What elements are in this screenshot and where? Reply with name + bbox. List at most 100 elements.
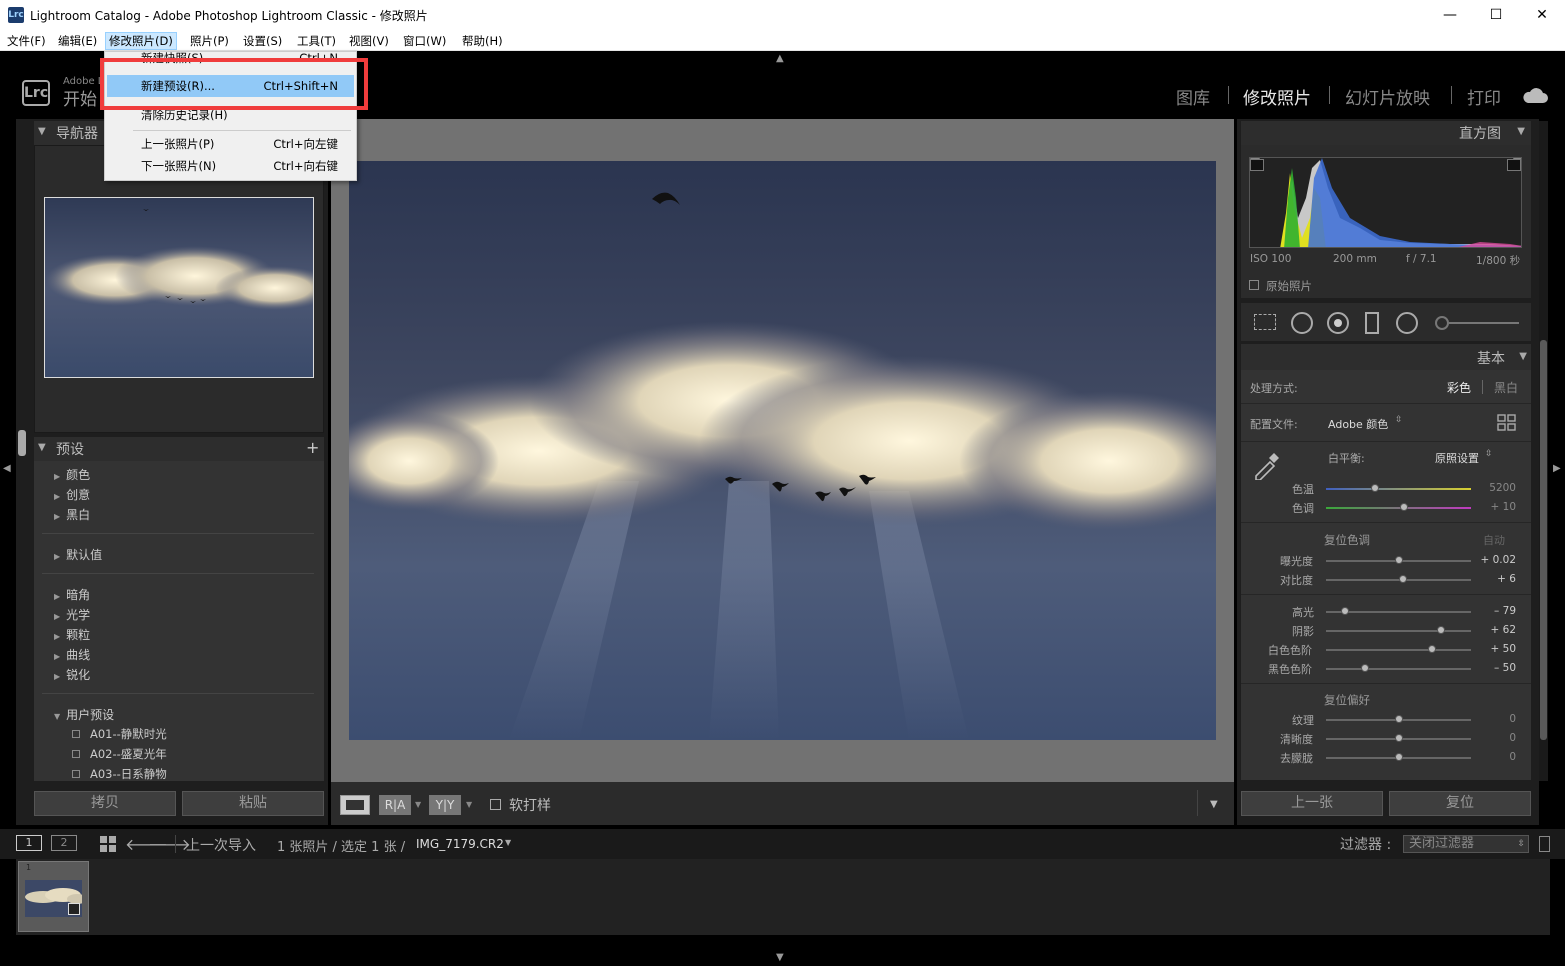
module-print[interactable]: 打印 — [1467, 84, 1501, 109]
preset-group-user[interactable]: ▼ 用户预设 — [54, 706, 114, 723]
menu-photo[interactable]: 照片(P) — [187, 32, 232, 50]
texture-slider-knob[interactable] — [1394, 715, 1403, 723]
profile-browser-icon[interactable] — [1497, 414, 1517, 435]
clarity-slider[interactable] — [1326, 734, 1471, 742]
highlights-slider-knob[interactable] — [1340, 607, 1349, 615]
treatment-color-option[interactable]: 彩色 — [1447, 379, 1471, 396]
module-develop[interactable]: 修改照片 — [1243, 84, 1311, 109]
menu-clear-history[interactable]: 清除历史记录(H) — [107, 108, 354, 124]
maximize-button[interactable]: ☐ — [1473, 0, 1519, 30]
preset-group-color[interactable]: ▶ 颜色 — [54, 466, 90, 483]
source-label[interactable]: 上一次导入 — [186, 835, 256, 855]
minimize-button[interactable]: — — [1427, 0, 1473, 30]
adjustment-brush-icon[interactable] — [1435, 316, 1449, 330]
right-panel-scroll-thumb[interactable] — [1540, 340, 1547, 740]
loupe-view-icon[interactable] — [340, 795, 370, 815]
texture-slider[interactable] — [1326, 715, 1471, 723]
contrast-value[interactable]: + 6 — [1476, 573, 1516, 585]
top-panel-toggle-icon[interactable]: ▲ — [776, 53, 784, 64]
clarity-value[interactable]: 0 — [1476, 732, 1516, 744]
profile-dropdown[interactable]: Adobe 颜色 — [1328, 416, 1388, 432]
histogram-header[interactable]: 直方图 ▼ — [1241, 121, 1531, 145]
whites-slider-knob[interactable] — [1427, 645, 1436, 653]
menu-window[interactable]: 窗口(W) — [400, 32, 449, 50]
filmstrip-thumbnail[interactable]: 1 — [18, 861, 89, 932]
left-panel-toggle-icon[interactable]: ◀ — [3, 463, 11, 474]
preset-group-sharpen[interactable]: ▶ 锐化 — [54, 666, 90, 683]
menu-tools[interactable]: 工具(T) — [294, 32, 339, 50]
reset-presence-button[interactable]: 复位偏好 — [1324, 692, 1370, 708]
module-slideshow[interactable]: 幻灯片放映 — [1345, 84, 1430, 109]
updown-arrows-icon[interactable]: ⇳ — [1485, 449, 1493, 459]
original-photo-checkbox[interactable] — [1249, 280, 1259, 290]
shadows-slider[interactable] — [1326, 626, 1471, 634]
previous-button[interactable]: 上一张 — [1241, 791, 1383, 816]
main-photo[interactable] — [349, 161, 1216, 740]
basic-header[interactable]: 基本 ▼ — [1241, 344, 1531, 370]
user-preset-item[interactable]: A01--静默时光 — [72, 726, 167, 742]
highlights-slider[interactable] — [1326, 607, 1471, 615]
close-button[interactable]: ✕ — [1519, 0, 1565, 30]
bottom-panel-toggle-icon[interactable]: ▼ — [776, 952, 784, 963]
blacks-value[interactable]: – 50 — [1476, 662, 1516, 674]
preset-group-optics[interactable]: ▶ 光学 — [54, 606, 90, 623]
histogram-chart[interactable] — [1249, 157, 1522, 248]
exposure-value[interactable]: + 0.02 — [1476, 554, 1516, 566]
contrast-slider[interactable] — [1326, 575, 1471, 583]
menu-file[interactable]: 文件(F) — [4, 32, 49, 50]
user-preset-item[interactable]: A02--盛夏光年 — [72, 746, 167, 762]
module-library[interactable]: 图库 — [1176, 84, 1210, 109]
cloud-icon[interactable] — [1522, 86, 1548, 107]
preset-group-bw[interactable]: ▶ 黑白 — [54, 506, 90, 523]
wb-dropdown[interactable]: 原照设置 — [1435, 450, 1479, 466]
preset-group-grain[interactable]: ▶ 颗粒 — [54, 626, 90, 643]
filename-dropdown[interactable]: IMG_7179.CR2 — [416, 837, 504, 851]
shadows-value[interactable]: + 62 — [1476, 624, 1517, 636]
highlights-value[interactable]: – 79 — [1476, 605, 1516, 617]
texture-value[interactable]: 0 — [1476, 713, 1516, 725]
navigator-preview[interactable] — [44, 197, 314, 378]
copy-button[interactable]: 拷贝 — [34, 791, 176, 816]
dropdown-arrow-icon[interactable]: ▼ — [466, 800, 472, 809]
radial-filter-icon[interactable] — [1396, 312, 1418, 334]
auto-tone-button[interactable]: 自动 — [1483, 532, 1505, 548]
menu-view[interactable]: 视图(V) — [346, 32, 392, 50]
right-panel-toggle-icon[interactable]: ▶ — [1553, 463, 1561, 474]
temp-value[interactable]: 5200 — [1476, 482, 1516, 494]
reset-button[interactable]: 复位 — [1389, 791, 1531, 816]
treatment-bw-option[interactable]: 黑白 — [1494, 379, 1518, 396]
tint-value[interactable]: + 10 — [1476, 501, 1517, 513]
paste-button[interactable]: 粘贴 — [182, 791, 324, 816]
exposure-slider-knob[interactable] — [1394, 556, 1403, 564]
reset-tone-button[interactable]: 复位色调 — [1324, 532, 1370, 548]
preset-group-creative[interactable]: ▶ 创意 — [54, 486, 90, 503]
menu-develop[interactable]: 修改照片(D) — [105, 32, 177, 50]
main-window-button[interactable]: 1 — [16, 835, 42, 851]
toolbar-menu-icon[interactable]: ▼ — [1210, 799, 1218, 810]
soft-proof-checkbox[interactable] — [490, 799, 501, 810]
temp-slider[interactable] — [1326, 484, 1471, 492]
presets-header[interactable]: ▼ 预设 + — [34, 437, 324, 461]
before-after-left-right-button[interactable]: R|A — [379, 795, 411, 815]
user-preset-item[interactable]: A03--日系静物 — [72, 766, 167, 782]
shadows-slider-knob[interactable] — [1436, 626, 1445, 634]
menu-next-photo[interactable]: 下一张照片(N) Ctrl+向右键 — [107, 155, 354, 177]
add-preset-icon[interactable]: + — [306, 438, 319, 457]
preset-group-curve[interactable]: ▶ 曲线 — [54, 646, 90, 663]
whites-value[interactable]: + 50 — [1476, 643, 1517, 655]
preset-group-defaults[interactable]: ▶ 默认值 — [54, 546, 102, 563]
preset-group-vignette[interactable]: ▶ 暗角 — [54, 586, 90, 603]
exposure-slider[interactable] — [1326, 556, 1471, 564]
menu-edit[interactable]: 编辑(E) — [55, 32, 100, 50]
red-eye-icon[interactable] — [1327, 312, 1349, 334]
filter-lock-icon[interactable] — [1539, 836, 1550, 852]
grid-view-icon[interactable] — [100, 836, 116, 855]
shadow-clipping-icon[interactable] — [1250, 159, 1264, 171]
left-panel-scroll-handle[interactable] — [18, 430, 26, 456]
clarity-slider-knob[interactable] — [1394, 734, 1403, 742]
wb-eyedropper-icon[interactable] — [1252, 448, 1284, 483]
menu-previous-photo[interactable]: 上一张照片(P) Ctrl+向左键 — [107, 133, 354, 155]
tint-slider[interactable] — [1326, 503, 1471, 511]
forward-arrow-icon[interactable]: 🡒 — [148, 834, 191, 854]
dehaze-value[interactable]: 0 — [1476, 751, 1516, 763]
